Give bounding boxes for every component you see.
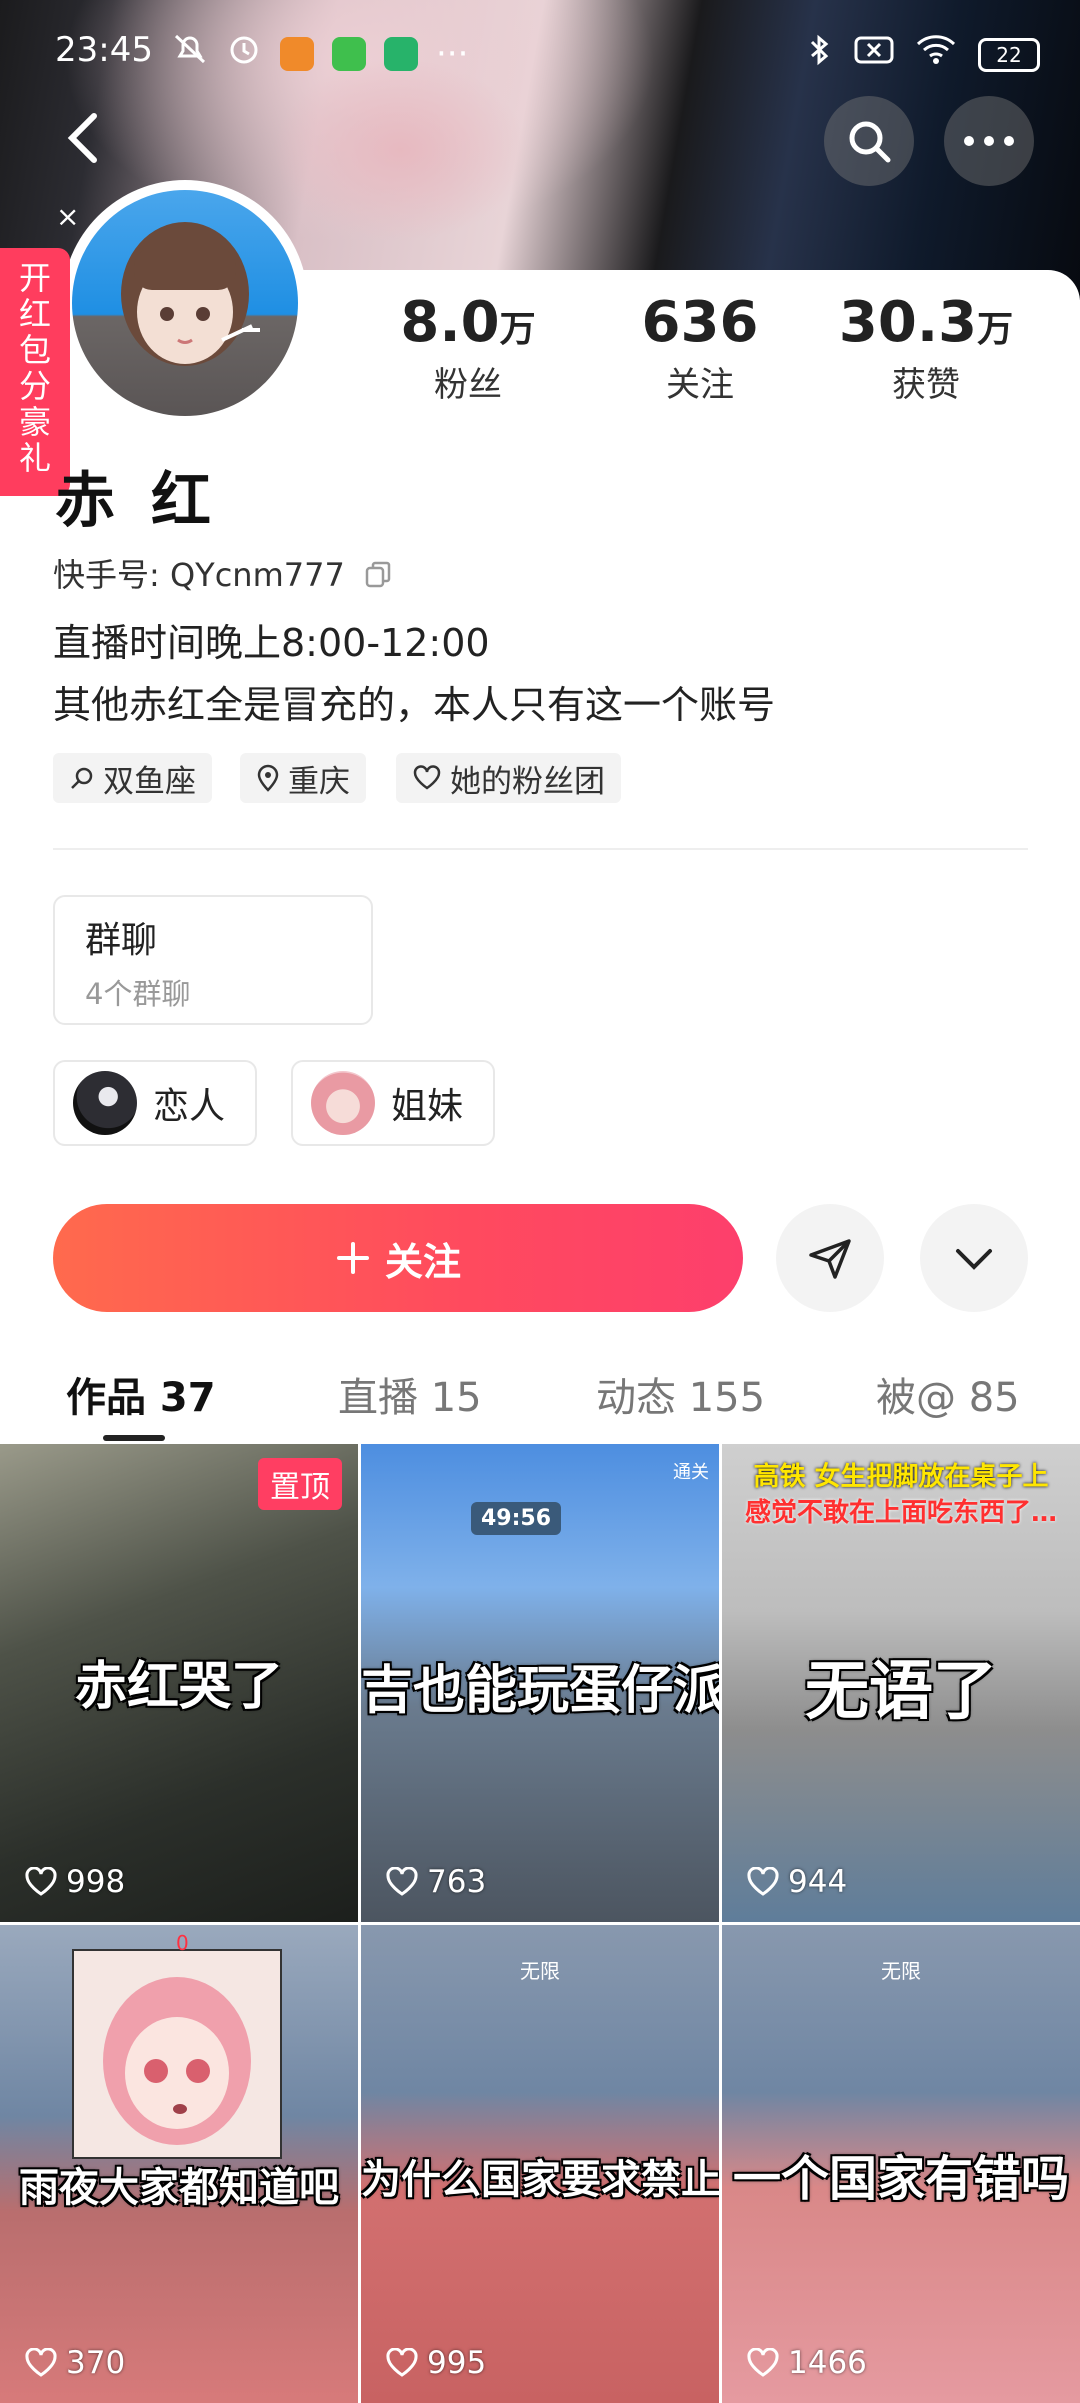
tab-indicator bbox=[103, 1435, 165, 1441]
red-packet-text: 开红包分豪礼 bbox=[18, 259, 51, 477]
plus-icon bbox=[336, 1242, 369, 1274]
video-likes: 763 bbox=[385, 1864, 486, 1900]
tag-zodiac[interactable]: 双鱼座 bbox=[53, 753, 212, 803]
send-icon bbox=[809, 1239, 851, 1279]
video-caption: 赤红哭了 bbox=[74, 1657, 283, 1717]
level-note: 通关 bbox=[673, 1462, 709, 1483]
more-options-button[interactable] bbox=[944, 96, 1034, 186]
heart-outline-icon bbox=[25, 2348, 57, 2377]
video-caption: 无语了 bbox=[805, 1655, 997, 1729]
follow-button[interactable]: 关注 bbox=[53, 1204, 743, 1312]
alarm-icon bbox=[226, 32, 262, 75]
timer-overlay: 49:56 bbox=[471, 1502, 562, 1535]
stat-followers[interactable]: 8.0万 粉丝 bbox=[388, 290, 548, 406]
heart-outline-icon bbox=[747, 1867, 779, 1896]
tab-works[interactable]: 作品 37 bbox=[66, 1365, 216, 1423]
video-caption: 一个国家有错吗 bbox=[732, 2151, 1069, 2207]
hud-label: 无限 bbox=[520, 1959, 560, 1983]
search-icon bbox=[849, 121, 891, 163]
status-time: 23:45 bbox=[55, 30, 153, 70]
avatar bbox=[311, 1071, 375, 1135]
bluetooth-icon bbox=[808, 32, 832, 77]
tab-moments[interactable]: 动态 155 bbox=[596, 1365, 765, 1423]
download-icon bbox=[332, 36, 366, 71]
video-likes: 370 bbox=[24, 2345, 125, 2381]
kuaishou-id[interactable]: 快手号: QYcnm777 bbox=[53, 550, 393, 596]
video-likes: 995 bbox=[385, 2345, 486, 2381]
tab-mentions[interactable]: 被@ 85 bbox=[876, 1365, 1020, 1423]
back-button[interactable] bbox=[58, 108, 108, 172]
battery-indicator: 22 bbox=[978, 37, 1040, 72]
video-thumbnail[interactable]: 49:56 通关 吉也能玩蛋仔派对 763 bbox=[361, 1444, 719, 1922]
character-sticker bbox=[72, 1949, 282, 2159]
heart-outline-icon bbox=[386, 2348, 418, 2377]
video-caption: 吉也能玩蛋仔派对 bbox=[361, 1661, 719, 1721]
wifi-icon bbox=[916, 34, 956, 75]
video-top-text: 感觉不敢在上面吃东西了… bbox=[744, 1498, 1057, 1528]
shield-icon bbox=[384, 36, 418, 71]
bio-line-1: 直播时间晚上8:00-12:00 bbox=[53, 621, 490, 665]
video-likes: 998 bbox=[24, 1864, 125, 1900]
avatar[interactable] bbox=[72, 190, 298, 416]
share-button[interactable] bbox=[776, 1204, 884, 1312]
tab-live[interactable]: 直播 15 bbox=[338, 1365, 482, 1423]
video-thumbnail[interactable]: 置顶 赤红哭了 998 bbox=[0, 1444, 358, 1922]
close-icon[interactable]: × bbox=[56, 203, 82, 231]
sim-off-icon bbox=[854, 34, 894, 75]
video-thumbnail[interactable]: 无限 一个国家有错吗 1466 bbox=[722, 1925, 1080, 2403]
chevron-down-icon bbox=[956, 1249, 992, 1270]
video-likes: 944 bbox=[746, 1864, 847, 1900]
stat-likes[interactable]: 30.3万 获赞 bbox=[836, 290, 1016, 406]
profile-name: 赤红 bbox=[55, 466, 247, 536]
video-thumbnail[interactable]: 无限 为什么国家要求禁止乘 995 bbox=[361, 1925, 719, 2403]
location-pin-icon bbox=[257, 764, 279, 792]
relation-lover[interactable]: 恋人 bbox=[53, 1060, 257, 1146]
group-chat-card[interactable]: 群聊 4个群聊 bbox=[53, 895, 373, 1025]
copy-icon[interactable] bbox=[363, 560, 393, 590]
more-notifications-icon: ··· bbox=[436, 33, 469, 74]
heart-outline-icon bbox=[25, 1867, 57, 1896]
pinned-badge: 置顶 bbox=[258, 1458, 342, 1510]
app-notification-icon bbox=[280, 36, 314, 71]
mute-icon bbox=[172, 32, 208, 75]
heart-outline-icon bbox=[747, 2348, 779, 2377]
bio-line-2: 其他赤红全是冒充的，本人只有这一个账号 bbox=[53, 683, 776, 727]
more-dots-icon bbox=[964, 136, 1014, 146]
heart-outline-icon bbox=[386, 1867, 418, 1896]
hud-label: 无限 bbox=[881, 1959, 921, 1983]
status-bar: 23:45 ··· 22 bbox=[0, 28, 1080, 80]
search-button[interactable] bbox=[824, 96, 914, 186]
relation-sister[interactable]: 姐妹 bbox=[291, 1060, 495, 1146]
heart-outline-icon bbox=[413, 765, 441, 790]
back-arrow-icon bbox=[67, 113, 97, 163]
video-top-text: 高铁 女生把脚放在桌子上 bbox=[753, 1462, 1049, 1492]
avatar bbox=[73, 1071, 137, 1135]
video-caption: 为什么国家要求禁止乘 bbox=[361, 2157, 719, 2203]
video-thumbnail[interactable]: 高铁 女生把脚放在桌子上 感觉不敢在上面吃东西了… 无语了 944 bbox=[722, 1444, 1080, 1922]
divider bbox=[53, 848, 1028, 850]
hud-counter: 0 bbox=[176, 1931, 189, 1955]
video-thumbnail[interactable]: 0 雨夜大家都知道吧 370 bbox=[0, 1925, 358, 2403]
expand-button[interactable] bbox=[920, 1204, 1028, 1312]
video-caption: 雨夜大家都知道吧 bbox=[19, 2165, 339, 2211]
video-likes: 1466 bbox=[746, 2345, 867, 2381]
tag-fan-club[interactable]: 她的粉丝团 bbox=[396, 753, 621, 803]
zodiac-icon bbox=[71, 767, 93, 789]
tag-location[interactable]: 重庆 bbox=[240, 753, 366, 803]
stat-following[interactable]: 636 关注 bbox=[620, 290, 780, 406]
